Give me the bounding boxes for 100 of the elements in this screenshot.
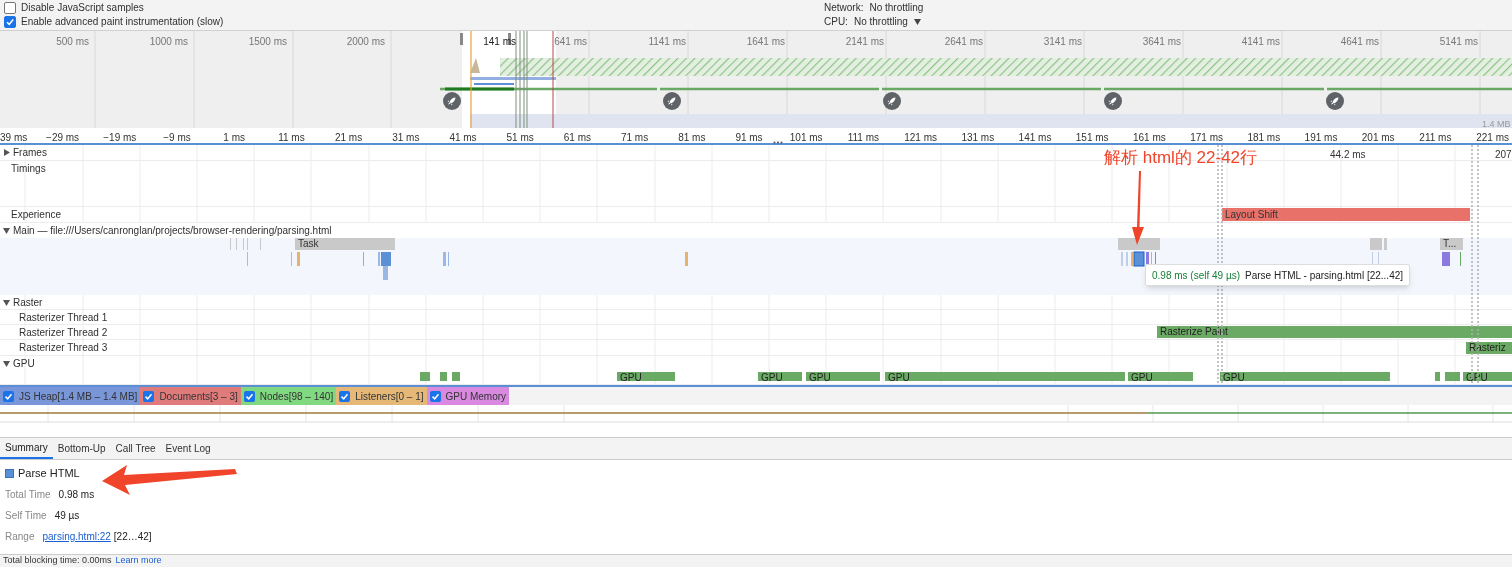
ruler-tick-label: 11 ms — [277, 131, 306, 145]
frame-duration-label: 44.2 ms — [1330, 148, 1366, 162]
overview-tick-label: 3641 ms — [1141, 35, 1181, 49]
counter-toggle[interactable]: Nodes[98 – 140] — [240, 387, 337, 405]
tab[interactable]: Bottom-Up — [52, 438, 111, 459]
ruler-tick-label: 141 ms — [1017, 131, 1053, 145]
checkbox[interactable] — [3, 390, 14, 402]
resize-handle-icon — [773, 141, 783, 144]
ruler-tick-label: 221 ms — [1475, 131, 1510, 145]
checkbox[interactable] — [429, 390, 441, 402]
overview-tick-label: 2141 ms — [844, 35, 884, 49]
tooltip-duration: 0.98 ms (self 49 µs) — [1152, 268, 1240, 283]
task-bar[interactable]: T... — [1440, 238, 1463, 250]
tab[interactable]: Summary — [0, 438, 53, 459]
activity-peak-drawing — [470, 58, 480, 73]
ruler-tick-label: 111 ms — [846, 131, 881, 145]
source-link[interactable]: parsing.html:22 — [42, 528, 111, 544]
gpu-bar[interactable]: GPU — [885, 372, 1125, 381]
ruler-tick-label: 151 ms — [1074, 131, 1110, 145]
counter-toggle[interactable]: GPU Memory — [426, 387, 510, 405]
checkbox-label: Enable advanced paint instrumentation (slow) — [21, 15, 224, 29]
ruler-tick-label: 191 ms — [1303, 131, 1339, 145]
collapse-triangle-icon[interactable] — [3, 360, 10, 367]
tab[interactable]: Event Log — [160, 438, 216, 459]
counter-toggle[interactable]: Listeners[0 – 1] — [336, 387, 427, 405]
gpu-bar — [420, 372, 430, 381]
ruler-tick-label: 1 ms — [222, 131, 246, 145]
track-label: Rasterizer Thread 2 — [19, 326, 108, 339]
gpu-bar[interactable]: GPU — [806, 372, 880, 381]
track-label: Rasterizer Thread 1 — [19, 311, 108, 324]
expand-triangle-icon[interactable] — [3, 149, 10, 156]
checkbox-label: Disable JavaScript samples — [21, 1, 144, 15]
collapse-triangle-icon[interactable] — [3, 299, 10, 306]
gpu-bar[interactable]: GPU — [1463, 372, 1512, 381]
checkbox[interactable] — [4, 16, 16, 28]
layout-shift-bar[interactable]: Layout Shift — [1222, 208, 1470, 221]
rocket-icon — [1104, 92, 1122, 110]
counter-toggle[interactable]: Documents[3 – 3] — [140, 387, 241, 405]
rasterize-paint-bar[interactable]: Rasterize Paint — [1157, 326, 1512, 338]
ruler-tick-label: 91 ms — [734, 131, 764, 145]
ruler-tick-label: 121 ms — [903, 131, 938, 145]
track-label: Experience — [11, 208, 62, 221]
checkbox[interactable] — [4, 2, 16, 14]
tab[interactable]: Call Tree — [110, 438, 161, 459]
track-label: Raster — [13, 296, 43, 309]
gpu-bar[interactable]: GPU — [758, 372, 802, 381]
tooltip-text: Parse HTML - parsing.html [22...42] — [1245, 268, 1404, 283]
flame-chart-bar — [1370, 238, 1382, 250]
rocket-icon — [663, 92, 681, 110]
flame-chart-bar — [297, 252, 300, 266]
status-text: Total blocking time: 0.00ms — [3, 554, 112, 567]
ruler-tick-label: 201 ms — [1360, 131, 1396, 145]
track-label: Timings — [11, 162, 46, 175]
throttling-dropdown[interactable]: No throttling — [853, 15, 908, 29]
gpu-bar[interactable]: GPU — [1128, 372, 1193, 381]
ruler-tick-label: 31 ms — [391, 131, 421, 145]
annotation-text: 解析 html的 22-42行 — [1104, 148, 1258, 168]
rocket-icon — [443, 92, 461, 110]
track-label: Rasterizer Thread 3 — [19, 341, 108, 354]
gpu-bar[interactable]: GPU — [1220, 372, 1390, 381]
field-label: Total Time — [5, 487, 51, 502]
learn-more-link[interactable]: Learn more — [115, 554, 162, 567]
flame-chart-bar — [1384, 238, 1387, 250]
field-label: Self Time — [5, 508, 47, 523]
ruler-tick-label: 21 ms — [333, 131, 364, 145]
checkbox[interactable] — [339, 390, 351, 402]
ruler-tick-label: 71 ms — [619, 131, 650, 145]
ruler-tick-label: 41 ms — [448, 131, 478, 145]
overview-tick-label: 141 ms — [482, 35, 516, 49]
ruler-tick-label: 81 ms — [677, 131, 707, 145]
setting-label: Network: — [824, 1, 864, 15]
track-label: Main — file:///Users/canronglan/projects/browser-rendering/parsing.html — [13, 224, 332, 237]
overview-tick-label: 2000 ms — [345, 35, 385, 49]
gpu-bar — [1445, 372, 1460, 381]
throttling-dropdown[interactable]: No throttling — [869, 1, 924, 15]
overview-tick-label: 1500 ms — [247, 35, 287, 49]
overview-tick-label: 500 ms — [55, 35, 89, 49]
ruler-tick-label: −9 ms — [162, 131, 192, 145]
rasterize-paint-bar[interactable]: Rasteriz — [1466, 342, 1512, 354]
gpu-bar — [452, 372, 460, 381]
ruler-tick-label: 61 ms — [562, 131, 592, 145]
checkbox[interactable] — [143, 390, 155, 402]
flame-chart-bar — [1442, 252, 1450, 266]
ruler-tick-label: 161 ms — [1132, 131, 1167, 145]
collapse-triangle-icon[interactable] — [3, 227, 10, 234]
overview-tick-label: 3141 ms — [1042, 35, 1082, 49]
overview-tick-label: 2641 ms — [943, 35, 983, 49]
flame-chart-bar — [443, 252, 446, 266]
track-label: GPU — [13, 357, 35, 370]
field-value: 0.98 ms — [58, 487, 95, 502]
ruler-tick-label: 101 ms — [788, 131, 824, 145]
field-value: [22…42] — [113, 529, 152, 544]
field-label: Range — [5, 529, 35, 544]
flame-chart-bar — [1118, 238, 1160, 250]
field-value: 49 µs — [54, 508, 80, 523]
gpu-bar[interactable]: GPU — [617, 372, 675, 381]
checkbox[interactable] — [243, 390, 255, 402]
counter-toggle[interactable]: JS Heap[1.4 MB – 1.4 MB] — [0, 387, 141, 405]
overview-tick-label: 4141 ms — [1240, 35, 1280, 49]
overview-tick-label: 1641 ms — [745, 35, 785, 49]
